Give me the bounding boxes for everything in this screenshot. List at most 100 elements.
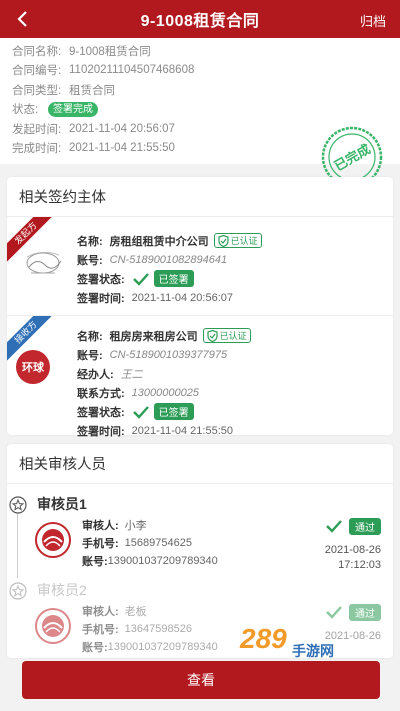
shield-check-icon — [207, 329, 218, 342]
reviewer-name: 小李 — [124, 520, 147, 532]
verified-label: 已认证 — [219, 331, 247, 341]
field-key: 经办人: — [77, 368, 114, 381]
info-key: 合同类型: — [12, 84, 62, 97]
field-key: 审核人: — [82, 520, 119, 532]
back-arrow-icon[interactable] — [10, 8, 34, 30]
signed-label: 已签署 — [153, 403, 194, 420]
info-row-contract-name: 合同名称: 9-1008租赁合同 — [12, 41, 388, 61]
reviewer-title: 审核员1 — [37, 496, 87, 512]
info-value: 2021-11-04 20:56:07 — [69, 122, 175, 135]
review-time: 17:12:03 — [338, 559, 381, 571]
field-key: 签署状态: — [77, 273, 125, 286]
field-row: 审核人: 老板 — [82, 602, 218, 620]
passed-badge: 通过 — [349, 517, 381, 535]
agent-name: 王二 — [120, 368, 143, 381]
info-row-contract-number: 合同编号: 11020211104507468608 — [12, 61, 388, 81]
field-row: 账号: 139001037209789340 — [82, 638, 218, 656]
watermark-number: 289 — [239, 623, 287, 654]
account-number: CN-5189001082894641 — [109, 253, 228, 266]
archive-button[interactable]: 归档 — [360, 11, 386, 30]
field-row: 签署时间: 2021-11-04 20:56:07 — [77, 288, 262, 307]
info-key: 发起时间: — [12, 123, 62, 136]
info-key: 合同编号: — [12, 65, 62, 78]
field-row: 手机号: 15689754625 — [82, 534, 218, 552]
field-key: 账号: — [82, 642, 108, 654]
receiver-party[interactable]: 接收方 环球 名称: 租房房来租房公司 已认证 账号: CN-518900103… — [7, 316, 393, 447]
initiator-party[interactable]: 发起方 名称: 房租组租赁中介公司 已认证 账号: CN-51890010828… — [7, 217, 393, 316]
signing-parties-card: 相关签约主体 发起方 名称: 房租组租赁中介公司 已认证 账号: CN-5189… — [7, 177, 393, 438]
view-button[interactable]: 查看 — [22, 661, 380, 699]
verified-badge: 已认证 — [213, 233, 262, 248]
initiator-fields: 名称: 房租组租赁中介公司 已认证 账号: CN-518900108289464… — [77, 231, 262, 307]
info-value: 9-1008租赁合同 — [69, 45, 151, 58]
signed-badge: 已签署 — [132, 270, 194, 287]
organization-logo-icon — [35, 522, 71, 558]
company-seal-image — [21, 245, 67, 285]
page-title: 9-1008租赁合同 — [140, 13, 260, 30]
account-number: 139001037209789340 — [107, 641, 218, 653]
checkmark-icon — [132, 272, 149, 286]
field-row: 签署状态: 已签署 — [77, 402, 251, 421]
field-key: 联系方式: — [77, 387, 125, 400]
star-icon — [9, 582, 27, 600]
info-value: 租赁合同 — [69, 84, 115, 97]
verified-badge: 已认证 — [202, 328, 251, 343]
field-key: 账号: — [77, 349, 103, 362]
field-key: 手机号: — [82, 538, 119, 550]
watermark-subtext: 手游网 — [292, 643, 334, 660]
phone-number: 13647598526 — [124, 623, 192, 635]
field-row: 名称: 房租组租赁中介公司 已认证 — [77, 231, 262, 250]
field-row: 经办人: 王二 — [77, 364, 251, 383]
shield-check-icon — [218, 234, 229, 247]
reviewer-name: 老板 — [124, 606, 147, 618]
reviewer-fields: 审核人: 老板 手机号: 13647598526 账号: 13900103720… — [82, 602, 218, 656]
account-number: CN-5189001039377975 — [109, 348, 228, 361]
reviewer-item[interactable]: 审核员1 审核人: 小李 手机号: 15689754625 账号: 139001… — [7, 490, 393, 575]
company-name: 房租组租赁中介公司 — [109, 235, 209, 248]
field-row: 账号: CN-5189001039377975 — [77, 345, 251, 364]
contact-phone: 13000000025 — [131, 386, 199, 399]
field-key: 审核人: — [82, 606, 119, 618]
company-name: 租房房来租房公司 — [109, 330, 198, 343]
info-row-status: 状态: 签署完成 — [12, 100, 388, 120]
info-key: 合同名称: — [12, 45, 62, 58]
review-date: 2021-08-26 — [324, 544, 381, 556]
info-value: 11020211104507468608 — [69, 64, 195, 77]
field-key: 名称: — [77, 330, 103, 343]
organization-logo-icon — [35, 608, 71, 644]
stamp-text: 已完成 — [332, 141, 374, 174]
field-key: 账号: — [82, 556, 108, 568]
reviewer-title: 审核员2 — [37, 582, 87, 598]
site-watermark: 289 手游网 — [232, 620, 382, 662]
sign-time: 2021-11-04 21:55:50 — [131, 424, 233, 437]
card-title: 相关签约主体 — [7, 177, 393, 217]
phone-number: 15689754625 — [124, 537, 192, 549]
field-row: 签署状态: 已签署 — [77, 269, 262, 288]
field-row: 联系方式: 13000000025 — [77, 383, 251, 402]
company-logo: 环球 — [16, 350, 50, 384]
checkmark-icon — [326, 606, 342, 619]
receiver-fields: 名称: 租房房来租房公司 已认证 账号: CN-5189001039377975… — [77, 326, 251, 440]
field-row: 名称: 租房房来租房公司 已认证 — [77, 326, 251, 345]
info-value: 2021-11-04 21:55:50 — [69, 142, 175, 155]
info-key: 状态: — [12, 104, 39, 117]
account-number: 139001037209789340 — [107, 555, 218, 567]
checkmark-icon — [132, 405, 149, 419]
field-key: 名称: — [77, 235, 103, 248]
field-row: 手机号: 13647598526 — [82, 620, 218, 638]
reviewer-fields: 审核人: 小李 手机号: 15689754625 账号: 13900103720… — [82, 516, 218, 570]
signed-label: 已签署 — [153, 270, 194, 287]
field-key: 签署时间: — [77, 292, 125, 305]
top-navigation-bar: 9-1008租赁合同 归档 — [0, 0, 400, 38]
field-key: 账号: — [77, 254, 103, 267]
review-status: 通过 2021-08-26 17:12:03 — [324, 517, 381, 571]
info-key: 完成时间: — [12, 143, 62, 156]
field-key: 手机号: — [82, 624, 119, 636]
field-row: 账号: 139001037209789340 — [82, 552, 218, 570]
status-badge: 签署完成 — [48, 101, 98, 117]
field-row: 签署时间: 2021-11-04 21:55:50 — [77, 421, 251, 440]
star-icon — [9, 496, 27, 514]
checkmark-icon — [326, 520, 342, 533]
field-row: 审核人: 小李 — [82, 516, 218, 534]
signed-badge: 已签署 — [132, 403, 194, 420]
